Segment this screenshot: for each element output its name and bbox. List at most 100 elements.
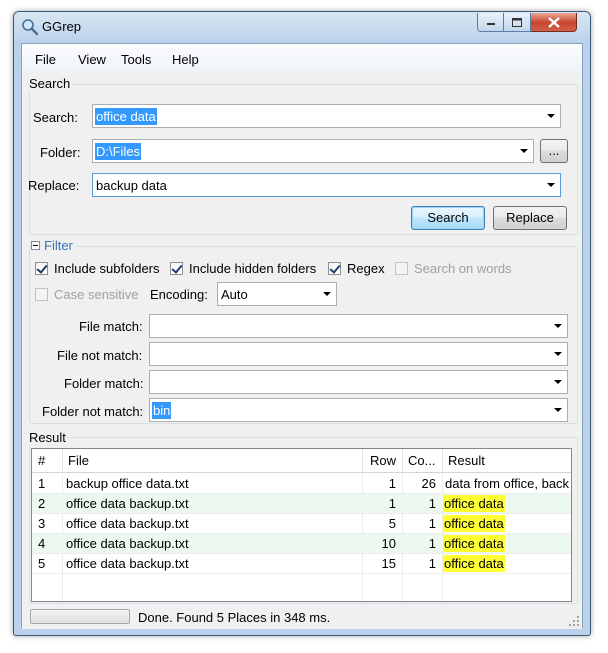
search-input[interactable]: office data <box>92 104 561 128</box>
chevron-down-icon[interactable] <box>554 352 562 356</box>
row-result: office data <box>443 534 571 554</box>
chevron-down-icon[interactable] <box>520 149 528 153</box>
result-group-label: Result <box>27 430 68 445</box>
chevron-down-icon[interactable] <box>554 380 562 384</box>
chevron-down-icon[interactable] <box>554 408 562 412</box>
folder-match-label: Folder match: <box>64 376 144 391</box>
include-subfolders-label: Include subfolders <box>54 261 160 276</box>
table-row[interactable]: 5 office data backup.txt 15 1 office dat… <box>32 554 571 574</box>
close-icon <box>547 16 560 28</box>
menu-tools[interactable]: Tools <box>121 52 151 67</box>
title-bar[interactable]: GGrep <box>14 12 590 42</box>
replace-input[interactable]: backup data <box>92 173 561 197</box>
chevron-down-icon[interactable] <box>323 292 331 296</box>
regex-checkbox[interactable]: Regex <box>328 261 385 276</box>
folder-not-match-input[interactable]: bin <box>149 398 568 422</box>
collapse-icon[interactable] <box>31 241 40 250</box>
row-column: 1 <box>428 496 436 511</box>
menu-file[interactable]: File <box>35 52 56 67</box>
chevron-down-icon[interactable] <box>547 114 555 118</box>
replace-label: Replace: <box>28 178 80 193</box>
row-file: office data backup.txt <box>66 496 189 511</box>
folder-input-value: D:\Files <box>95 143 142 160</box>
maximize-icon <box>512 17 522 27</box>
search-on-words-checkbox[interactable]: Search on words <box>395 261 512 276</box>
results-header: # File Row Co... Result <box>32 449 571 473</box>
row-result: office data <box>443 494 571 514</box>
file-match-label: File match: <box>79 319 143 334</box>
resize-grip-icon[interactable] <box>569 616 580 627</box>
magnifier-icon <box>22 19 39 36</box>
encoding-select[interactable]: Auto <box>217 282 337 306</box>
row-file: office data backup.txt <box>66 556 189 571</box>
column-header-number[interactable]: # <box>32 449 62 473</box>
row-number: 3 <box>38 516 46 531</box>
chevron-down-icon[interactable] <box>554 324 562 328</box>
search-input-value: office data <box>95 108 157 125</box>
table-row[interactable]: 4 office data backup.txt 10 1 office dat… <box>32 534 571 554</box>
file-not-match-value <box>152 346 154 348</box>
row-column: 1 <box>428 516 436 531</box>
browse-folder-button[interactable]: ... <box>540 139 568 163</box>
folder-label: Folder: <box>40 145 81 160</box>
include-hidden-label: Include hidden folders <box>189 261 317 276</box>
regex-label: Regex <box>347 261 385 276</box>
match-highlight: office data <box>443 555 505 572</box>
row-line: 5 <box>388 516 396 531</box>
match-highlight: office data <box>443 535 505 552</box>
checkbox-box <box>35 262 48 275</box>
column-header-result[interactable]: Result <box>442 449 571 473</box>
maximize-button[interactable] <box>504 13 531 32</box>
column-header-file[interactable]: File <box>62 449 362 473</box>
window-title: GGrep <box>42 19 82 34</box>
filter-group-label[interactable]: Filter <box>42 238 75 253</box>
folder-match-value <box>152 374 154 376</box>
close-button[interactable] <box>531 13 577 32</box>
table-row-empty <box>32 574 571 594</box>
file-match-input[interactable] <box>149 314 568 338</box>
folder-not-match-label: Folder not match: <box>42 404 144 419</box>
case-sensitive-checkbox[interactable]: Case sensitive <box>35 287 139 302</box>
row-result: data from office, back <box>445 476 570 491</box>
status-text: Done. Found 5 Places in 348 ms. <box>138 610 331 625</box>
results-list[interactable]: # File Row Co... Result 1 backup office … <box>31 448 572 602</box>
encoding-value: Auto <box>221 287 248 302</box>
folder-match-input[interactable] <box>149 370 568 394</box>
row-column: 26 <box>421 476 436 491</box>
search-label: Search: <box>33 110 78 125</box>
row-number: 2 <box>38 496 46 511</box>
row-number: 4 <box>38 536 46 551</box>
row-file: office data backup.txt <box>66 516 189 531</box>
column-header-row[interactable]: Row <box>362 449 402 473</box>
row-result: office data <box>443 514 571 534</box>
menu-bar: File View Tools Help <box>22 44 582 74</box>
table-row[interactable]: 2 office data backup.txt 1 1 office data <box>32 494 571 514</box>
match-highlight: office data <box>443 495 505 512</box>
folder-not-match-value: bin <box>152 402 172 419</box>
minimize-icon <box>486 23 495 25</box>
include-subfolders-checkbox[interactable]: Include subfolders <box>35 261 160 276</box>
menu-view[interactable]: View <box>78 52 106 67</box>
menu-help[interactable]: Help <box>172 52 199 67</box>
row-column: 1 <box>428 536 436 551</box>
include-hidden-checkbox[interactable]: Include hidden folders <box>170 261 316 276</box>
checkbox-box <box>328 262 341 275</box>
table-row[interactable]: 1 backup office data.txt 1 26 data from … <box>32 474 571 494</box>
file-not-match-input[interactable] <box>149 342 568 366</box>
chevron-down-icon[interactable] <box>547 183 555 187</box>
encoding-label: Encoding: <box>150 287 208 302</box>
replace-button[interactable]: Replace <box>493 206 567 230</box>
row-file: office data backup.txt <box>66 536 189 551</box>
row-column: 1 <box>428 556 436 571</box>
status-bar: Done. Found 5 Places in 348 ms. <box>22 604 582 629</box>
row-line: 1 <box>388 496 396 511</box>
search-on-words-label: Search on words <box>414 261 512 276</box>
search-button[interactable]: Search <box>411 206 485 230</box>
minimize-button[interactable] <box>477 13 504 32</box>
column-header-column[interactable]: Co... <box>402 449 442 473</box>
folder-input[interactable]: D:\Files <box>92 139 534 163</box>
match-highlight: office data <box>443 515 505 532</box>
search-group-label: Search <box>27 76 73 91</box>
file-not-match-label: File not match: <box>57 348 143 363</box>
table-row[interactable]: 3 office data backup.txt 5 1 office data <box>32 514 571 534</box>
